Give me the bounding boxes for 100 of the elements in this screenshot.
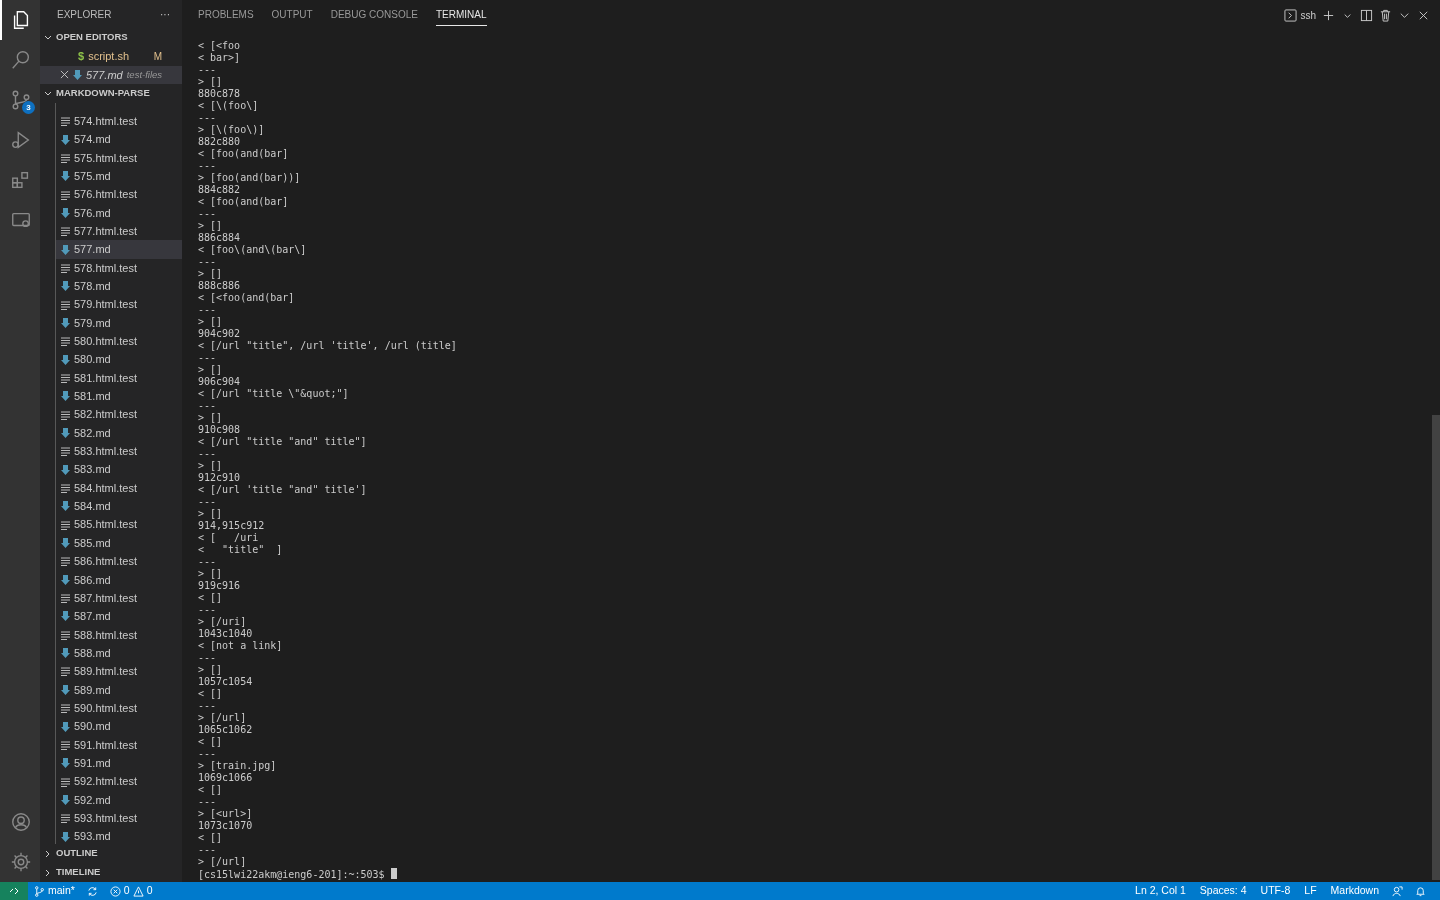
terminal-line: > [] bbox=[198, 316, 224, 328]
sync-icon[interactable] bbox=[86, 885, 98, 897]
feedback-icon[interactable] bbox=[1392, 885, 1403, 897]
file-item[interactable]: 575.md bbox=[56, 167, 182, 186]
panel-tab[interactable]: TERMINAL bbox=[435, 4, 487, 26]
new-terminal-icon[interactable] bbox=[1322, 8, 1335, 22]
file-item[interactable]: 578.html.test bbox=[56, 258, 182, 278]
lines-icon bbox=[61, 373, 70, 383]
file-item[interactable]: 585.html.test bbox=[56, 515, 182, 534]
markdown-icon bbox=[61, 464, 70, 475]
branch-button[interactable]: main* bbox=[28, 882, 81, 900]
section-header[interactable]: TIMELINE bbox=[40, 863, 182, 882]
file-item[interactable]: 582.html.test bbox=[56, 405, 182, 424]
terminal-prompt: [cs15lwi22akm@ieng6-201]:~:503$ bbox=[198, 869, 385, 880]
file-item[interactable]: 593.md bbox=[56, 827, 182, 844]
file-item[interactable]: 588.md bbox=[56, 643, 182, 663]
file-item[interactable]: 591.html.test bbox=[56, 735, 182, 755]
file-item[interactable]: 580.html.test bbox=[56, 332, 182, 351]
open-editor-item[interactable]: 577.md test-files bbox=[40, 65, 182, 84]
file-item[interactable]: 584.html.test bbox=[56, 478, 182, 498]
close-icon[interactable] bbox=[60, 70, 69, 80]
file-item[interactable]: 583.html.test bbox=[56, 442, 182, 461]
open-editor-item[interactable]: $ script.sh M bbox=[40, 47, 182, 66]
file-item[interactable]: 576.html.test bbox=[56, 185, 182, 204]
terminal-line: < [] bbox=[198, 832, 224, 844]
file-item[interactable]: 581.html.test bbox=[56, 368, 182, 388]
modified-label: M bbox=[153, 49, 162, 64]
markdown-icon bbox=[61, 207, 70, 218]
markdown-icon bbox=[61, 684, 70, 695]
file-item[interactable]: 578.md bbox=[56, 277, 182, 296]
file-item[interactable]: 592.md bbox=[56, 790, 182, 810]
problems-button[interactable]: 0 0 bbox=[103, 882, 159, 900]
status-item[interactable]: Markdown bbox=[1323, 882, 1386, 900]
trash-icon[interactable] bbox=[1379, 8, 1392, 22]
file-item[interactable]: 590.md bbox=[56, 717, 182, 736]
terminal-line: --- bbox=[198, 652, 218, 664]
file-item[interactable]: 579.md bbox=[56, 313, 182, 333]
file-item[interactable]: 585.md bbox=[56, 533, 182, 553]
split-icon[interactable] bbox=[1360, 8, 1373, 22]
run-debug-icon[interactable] bbox=[10, 129, 32, 151]
settings-icon[interactable] bbox=[10, 851, 32, 873]
status-item[interactable]: LF bbox=[1297, 882, 1324, 900]
panel-tab[interactable]: PROBLEMS bbox=[198, 4, 254, 26]
file-item[interactable]: 592.html.test bbox=[56, 772, 182, 791]
terminal-line: < [<foo(and(bar] bbox=[198, 292, 296, 304]
file-item[interactable]: 582.md bbox=[56, 423, 182, 443]
terminal-line: < [foo(and(bar] bbox=[198, 196, 290, 208]
terminal-line: > [] bbox=[198, 412, 224, 424]
file-item[interactable]: 579.html.test bbox=[56, 295, 182, 314]
file-item[interactable]: 591.md bbox=[56, 754, 182, 773]
terminal-line: > [/url] bbox=[198, 712, 248, 724]
file-item[interactable]: 577.md bbox=[56, 240, 182, 259]
terminal-line: > [foo(and(bar))] bbox=[198, 172, 302, 184]
file-item[interactable]: 589.md bbox=[56, 680, 182, 699]
file-item[interactable]: 574.md bbox=[56, 130, 182, 149]
status-item[interactable]: Spaces: 4 bbox=[1192, 882, 1254, 900]
file-item[interactable]: 581.md bbox=[56, 387, 182, 406]
terminal-selector[interactable]: ssh bbox=[1284, 7, 1316, 23]
file-item[interactable]: 588.html.test bbox=[56, 625, 182, 644]
file-item[interactable]: 584.md bbox=[56, 497, 182, 516]
file-item[interactable]: 586.html.test bbox=[56, 552, 182, 571]
file-item[interactable]: 586.md bbox=[56, 570, 182, 589]
file-item[interactable]: 574.html.test bbox=[56, 112, 182, 131]
section-header[interactable]: OPEN EDITORS bbox=[40, 28, 182, 47]
status-item[interactable]: Ln 2, Col 1 bbox=[1128, 882, 1193, 900]
file-item[interactable]: 590.html.test bbox=[56, 699, 182, 718]
bell-icon[interactable] bbox=[1415, 885, 1426, 897]
file-item[interactable]: 580.md bbox=[56, 350, 182, 369]
terminal-line: > [/url] bbox=[198, 856, 248, 868]
markdown-icon bbox=[61, 574, 70, 585]
terminal-line: < [foo\(and\(bar\] bbox=[198, 244, 308, 256]
markdown-icon bbox=[61, 794, 70, 805]
file-item[interactable]: 577.html.test bbox=[56, 222, 182, 241]
account-icon[interactable] bbox=[10, 811, 32, 833]
terminal-line: < bar>] bbox=[198, 52, 242, 64]
more-actions-button[interactable]: ··· bbox=[160, 6, 170, 22]
section-header[interactable]: OUTLINE bbox=[40, 844, 182, 863]
file-item[interactable]: 589.html.test bbox=[56, 662, 182, 681]
file-item[interactable]: 575.html.test bbox=[56, 148, 182, 168]
file-item[interactable]: 587.md bbox=[56, 607, 182, 626]
lines-icon bbox=[61, 703, 70, 714]
section-header[interactable]: MARKDOWN-PARSE bbox=[40, 84, 182, 103]
terminal-line: < "title" ] bbox=[198, 544, 284, 556]
status-item[interactable]: UTF-8 bbox=[1253, 882, 1298, 900]
scrollbar-thumb[interactable] bbox=[1432, 415, 1440, 880]
panel-tab[interactable]: DEBUG CONSOLE bbox=[330, 4, 418, 26]
file-item[interactable]: 593.html.test bbox=[56, 809, 182, 828]
terminal-line: < [<foo bbox=[198, 40, 242, 52]
terminal-line: < [/url 'title "and" title'] bbox=[198, 484, 368, 496]
file-item[interactable]: 587.html.test bbox=[56, 588, 182, 608]
terminal-line: 904c902 bbox=[198, 328, 242, 340]
file-item[interactable]: 583.md bbox=[56, 460, 182, 479]
panel-tab[interactable]: OUTPUT bbox=[271, 4, 313, 26]
terminal-line: > [] bbox=[198, 364, 224, 376]
lines-icon bbox=[61, 446, 70, 457]
terminal-line: > [] bbox=[198, 76, 224, 88]
terminal-line: < [] bbox=[198, 592, 224, 604]
file-item[interactable]: 576.md bbox=[56, 203, 182, 223]
branch-icon bbox=[34, 885, 45, 897]
search-icon[interactable] bbox=[10, 49, 32, 71]
